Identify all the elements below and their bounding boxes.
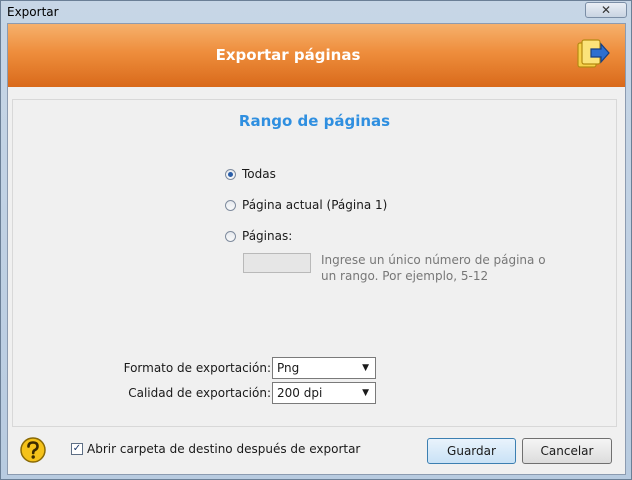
pages-hint: Ingrese un único número de página o un r…: [321, 253, 546, 283]
format-row: Formato de exportación:: [13, 357, 271, 379]
page-range-panel: Rango de páginas Todas Página actual (Pá…: [12, 99, 617, 427]
radio-all-pages[interactable]: Todas: [225, 166, 276, 182]
format-label: Formato de exportación:: [123, 361, 271, 375]
radio-current-page[interactable]: Página actual (Página 1): [225, 197, 387, 213]
title-bar: Exportar ✕: [1, 1, 631, 23]
dialog-content: Exportar páginas Rango de páginas Todas …: [7, 23, 626, 475]
radio-all-indicator[interactable]: [225, 168, 236, 180]
quality-label: Calidad de exportación:: [128, 386, 271, 400]
header-title: Exportar páginas: [215, 46, 361, 64]
open-folder-label: Abrir carpeta de destino después de expo…: [87, 442, 361, 456]
radio-page-range[interactable]: Páginas:: [225, 228, 292, 244]
format-value: Png: [277, 361, 300, 375]
open-folder-checkbox[interactable]: ✓: [71, 443, 83, 455]
cancel-button[interactable]: Cancelar: [522, 438, 612, 464]
save-button[interactable]: Guardar: [427, 438, 516, 464]
chevron-down-icon: ▼: [362, 363, 369, 373]
pages-input[interactable]: [243, 253, 311, 273]
quality-value: 200 dpi: [277, 386, 323, 400]
open-folder-option[interactable]: ✓ Abrir carpeta de destino después de ex…: [71, 442, 360, 456]
quality-row: Calidad de exportación:: [13, 382, 271, 404]
dialog-header: Exportar páginas: [8, 24, 625, 87]
page-range-title: Rango de páginas: [238, 112, 391, 130]
chevron-down-icon: ▼: [362, 388, 369, 398]
quality-select[interactable]: 200 dpi ▼: [272, 382, 376, 404]
window-title: Exportar: [7, 5, 59, 19]
export-dialog: Exportar ✕ Exportar páginas Rango de pág…: [0, 0, 632, 480]
export-icon: [577, 39, 610, 68]
radio-all-label: Todas: [242, 167, 276, 181]
close-button[interactable]: ✕: [585, 2, 627, 18]
radio-range-label: Páginas:: [242, 229, 293, 243]
radio-current-label: Página actual (Página 1): [242, 198, 388, 212]
help-icon[interactable]: [19, 436, 47, 464]
format-select[interactable]: Png ▼: [272, 357, 376, 379]
radio-current-indicator[interactable]: [225, 199, 236, 211]
radio-range-indicator[interactable]: [225, 230, 236, 242]
